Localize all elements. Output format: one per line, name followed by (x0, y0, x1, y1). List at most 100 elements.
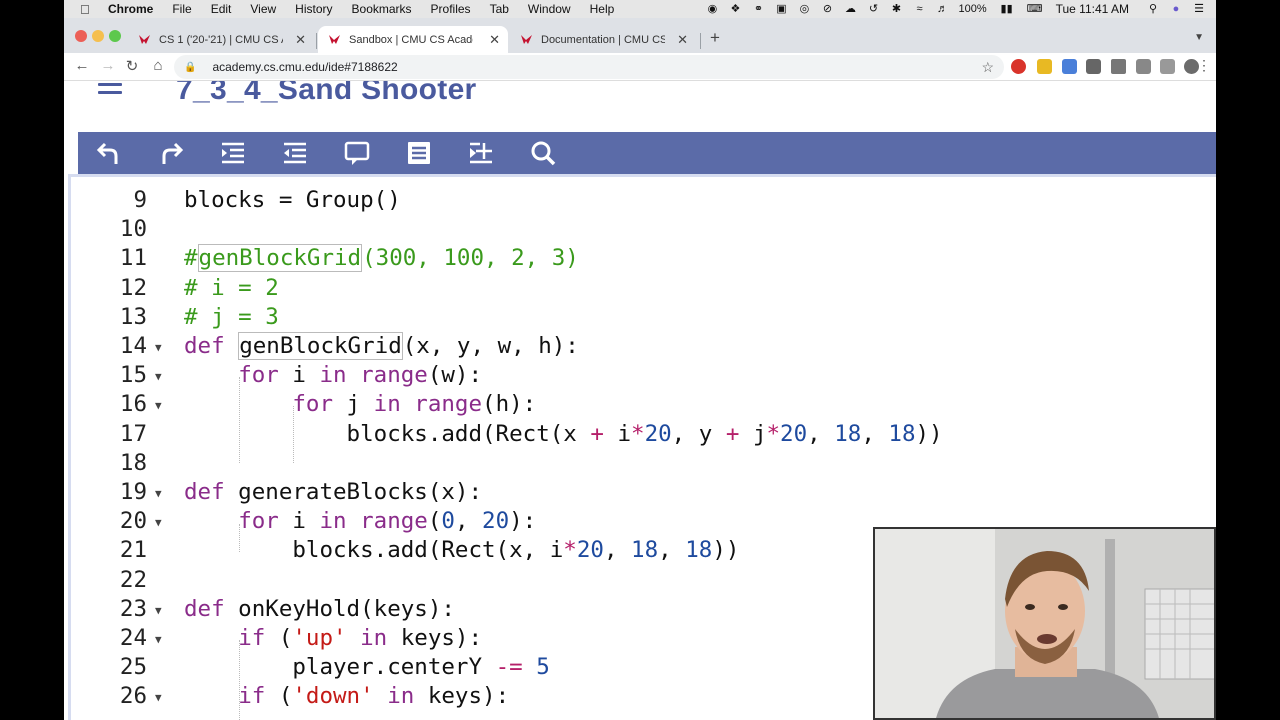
code-line[interactable]: 11 #genBlockGrid(300, 100, 2, 3) (71, 244, 1211, 274)
menu-history[interactable]: History (295, 2, 332, 16)
translate-icon[interactable] (1062, 59, 1077, 74)
puzzle-extensions-icon[interactable] (1111, 59, 1126, 74)
lock-icon[interactable]: 🔒 (184, 62, 196, 73)
forward-icon[interactable]: → (98, 57, 118, 74)
code-text[interactable]: def onKeyHold(keys): (184, 596, 455, 622)
code-line[interactable]: 18 (71, 450, 1211, 479)
close-tab-icon[interactable]: ✕ (489, 32, 500, 48)
adblock-icon[interactable] (1011, 59, 1026, 74)
wifi-icon[interactable]: ≈ (912, 3, 926, 15)
code-text[interactable]: blocks.add(Rect(x, i*20, 18, 18)) (184, 537, 739, 563)
code-line[interactable]: 15 ▼ for i in range(w): (71, 362, 1211, 391)
fold-arrow-icon[interactable]: ▼ (155, 633, 162, 646)
redo-icon[interactable] (158, 140, 184, 166)
tab-sandbox[interactable]: Sandbox | CMU CS Academy ✕ (318, 26, 508, 53)
minimize-window-button[interactable] (92, 30, 104, 42)
record-icon[interactable]: ◉ (705, 3, 719, 15)
search-icon[interactable] (530, 140, 556, 166)
fold-arrow-icon[interactable]: ▼ (155, 487, 162, 500)
code-text[interactable]: blocks.add(Rect(x + i*20, y + j*20, 18, … (184, 421, 943, 447)
menu-file[interactable]: File (172, 2, 191, 16)
code-line[interactable]: 13 # j = 3 (71, 304, 1211, 333)
menu-edit[interactable]: Edit (211, 2, 232, 16)
spotlight-icon[interactable]: ⚲ (1146, 3, 1160, 15)
code-line[interactable]: 12 # i = 2 (71, 275, 1211, 304)
url-text[interactable]: academy.cs.cmu.edu/ide#7188622 (212, 60, 397, 74)
screenshot-extension-icon[interactable] (1086, 59, 1101, 74)
code-line[interactable]: 9 blocks = Group() (71, 187, 1211, 216)
code-text[interactable]: def generateBlocks(x): (184, 479, 482, 505)
vpn-icon[interactable]: ◎ (797, 3, 811, 15)
tab-documentation[interactable]: Documentation | CMU CS Acad ✕ (510, 26, 696, 53)
tab-search-icon[interactable]: ▼ (1194, 32, 1204, 43)
dropbox-icon[interactable]: ❖ (728, 3, 742, 15)
input-source-icon[interactable]: ⌨ (1027, 3, 1043, 15)
address-bar[interactable]: 🔒 academy.cs.cmu.edu/ide#7188622 ☆ (174, 55, 1004, 79)
siri-icon[interactable]: ● (1169, 3, 1183, 15)
clock[interactable]: Tue 11:41 AM (1056, 2, 1129, 16)
fold-arrow-icon[interactable]: ▼ (155, 604, 162, 617)
tab-separator (700, 33, 701, 49)
comment-icon[interactable] (344, 140, 370, 166)
new-tab-button[interactable]: + (710, 28, 720, 48)
apple-icon[interactable]:  (80, 2, 94, 17)
battery-icon[interactable]: ▮▮ (996, 3, 1018, 15)
screen-share-icon[interactable]: ▣ (774, 3, 788, 15)
close-tab-icon[interactable]: ✕ (677, 32, 688, 48)
hamburger-menu-icon[interactable] (98, 83, 122, 101)
code-text[interactable]: if ('up' in keys): (184, 625, 482, 651)
code-text[interactable]: # i = 2 (184, 275, 279, 301)
code-text[interactable]: blocks = Group() (184, 187, 401, 213)
indent-icon[interactable] (220, 140, 246, 166)
fold-icon[interactable] (468, 140, 494, 166)
undo-icon[interactable] (96, 140, 122, 166)
code-line[interactable]: 19 ▼ def generateBlocks(x): (71, 479, 1211, 508)
home-icon[interactable]: ⌂ (148, 57, 168, 74)
code-text[interactable]: # j = 3 (184, 304, 279, 330)
block-icon[interactable]: ⊘ (820, 3, 834, 15)
fold-arrow-icon[interactable]: ▼ (155, 516, 162, 529)
code-text[interactable]: for i in range(w): (184, 362, 482, 388)
reload-icon[interactable]: ↻ (122, 57, 142, 75)
menu-chrome[interactable]: Chrome (108, 2, 153, 16)
fold-arrow-icon[interactable]: ▼ (155, 399, 162, 412)
menu-view[interactable]: View (250, 2, 276, 16)
fold-arrow-icon[interactable]: ▼ (155, 691, 162, 704)
code-text[interactable]: if ('down' in keys): (184, 683, 509, 709)
code-line[interactable]: 14 ▼ def genBlockGrid(x, y, w, h): (71, 332, 1211, 362)
close-tab-icon[interactable]: ✕ (295, 32, 306, 48)
bookmark-star-icon[interactable]: ☆ (981, 59, 994, 76)
dedent-icon[interactable] (282, 140, 308, 166)
fold-arrow-icon[interactable]: ▼ (155, 370, 162, 383)
notification-center-icon[interactable]: ☰ (1192, 3, 1206, 15)
headphones-icon[interactable]: ⚭ (751, 3, 765, 15)
code-text[interactable]: for j in range(h): (184, 391, 536, 417)
back-icon[interactable]: ← (72, 57, 92, 74)
bluetooth-icon[interactable]: ✱ (889, 3, 903, 15)
display-icon[interactable] (1160, 59, 1175, 74)
code-text[interactable]: for i in range(0, 20): (184, 508, 536, 534)
menu-help[interactable]: Help (590, 2, 615, 16)
time-machine-icon[interactable]: ↺ (866, 3, 880, 15)
volume-icon[interactable]: ♬ (935, 3, 949, 15)
cloud-icon[interactable]: ☁ (843, 3, 857, 15)
code-line[interactable]: 16 ▼ for j in range(h): (71, 391, 1211, 420)
code-line[interactable]: 10 (71, 216, 1211, 245)
fold-arrow-icon[interactable]: ▼ (155, 341, 162, 354)
code-text[interactable]: def genBlockGrid(x, y, w, h): (184, 332, 579, 360)
format-icon[interactable] (406, 140, 432, 166)
code-line[interactable]: 17 blocks.add(Rect(x + i*20, y + j*20, 1… (71, 421, 1211, 450)
code-text[interactable]: #genBlockGrid(300, 100, 2, 3) (184, 244, 579, 273)
menu-window[interactable]: Window (528, 2, 571, 16)
extension-badge-icon[interactable] (1037, 59, 1052, 74)
close-window-button[interactable] (75, 30, 87, 42)
tab-label: CS 1 ('20-'21) | CMU CS Acade (159, 33, 283, 46)
cast-icon[interactable] (1136, 59, 1151, 74)
tab-cs1[interactable]: CS 1 ('20-'21) | CMU CS Acade ✕ (128, 26, 314, 53)
chrome-menu-icon[interactable]: ⋮ (1194, 57, 1214, 74)
menu-tab[interactable]: Tab (490, 2, 509, 16)
menu-bookmarks[interactable]: Bookmarks (352, 2, 412, 16)
menu-profiles[interactable]: Profiles (431, 2, 471, 16)
zoom-window-button[interactable] (109, 30, 121, 42)
tab-separator (316, 33, 317, 49)
